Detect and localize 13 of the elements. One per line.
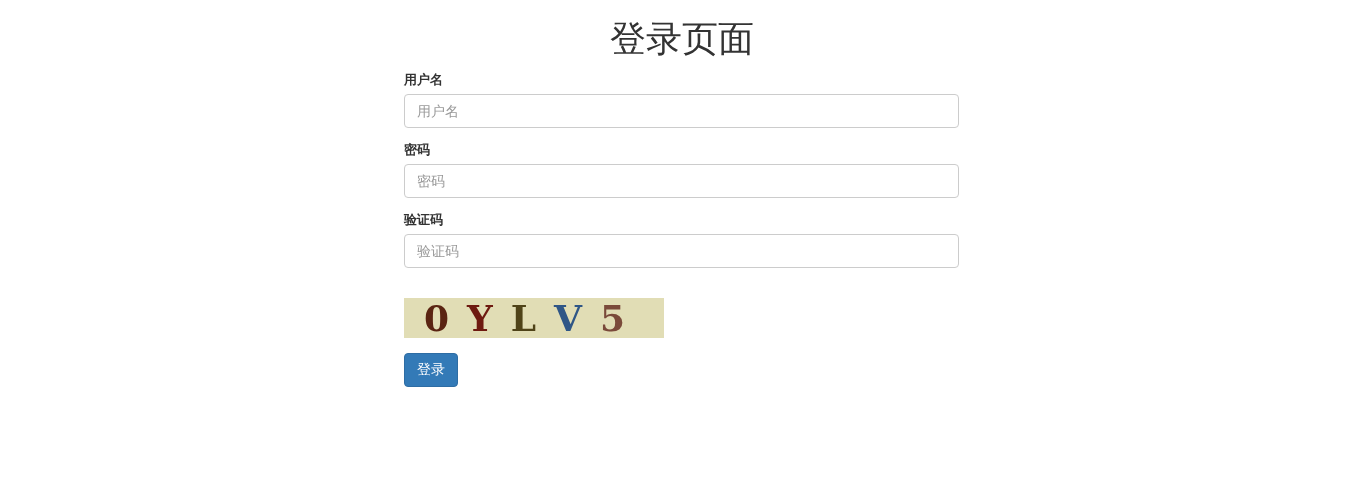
- login-button[interactable]: 登录: [404, 353, 458, 387]
- captcha-character: L: [510, 298, 537, 338]
- field-label: 验证码: [404, 211, 443, 229]
- captcha-character: Y: [467, 298, 493, 338]
- captcha-character: 5: [600, 298, 626, 338]
- page-title: 登录页面: [608, 18, 755, 60]
- field-label: 用户名: [404, 71, 443, 89]
- captcha-character: V: [554, 298, 582, 338]
- field-label: 密码: [404, 141, 430, 159]
- input-field[interactable]: 密码: [404, 164, 959, 198]
- input-field[interactable]: 用户名: [404, 94, 959, 128]
- captcha-character: 0: [424, 298, 450, 338]
- input-field[interactable]: 验证码: [404, 234, 959, 268]
